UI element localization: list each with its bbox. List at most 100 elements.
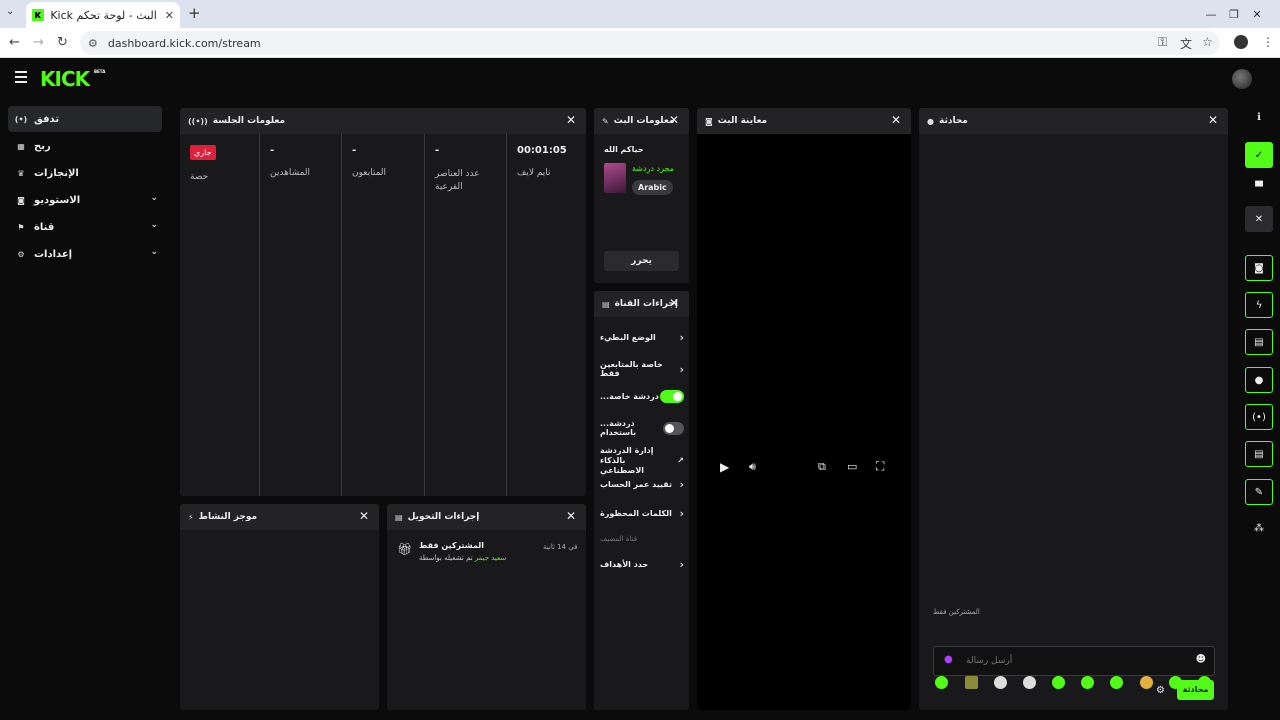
emote-icon[interactable]: [1081, 676, 1094, 689]
kick-logo[interactable]: KICK: [40, 67, 90, 91]
panel-header: ⚡ موجز النشاط ✕: [180, 504, 379, 530]
sidebar-item-stream[interactable]: (•) تدفق: [8, 106, 162, 132]
sidebar-item-channel[interactable]: ⚑ قناة ⌄: [8, 214, 162, 240]
private-chat-toggle[interactable]: [660, 390, 684, 403]
channel-actions-panel: ▤ إجراءات القناة ✕ الوضع البطيء › خاصة ب…: [594, 291, 689, 710]
bolt-toggle-icon[interactable]: ϟ: [1245, 292, 1273, 318]
panel-header: ◙ معاينة البث ✕: [697, 108, 911, 134]
action-label: ...دردشة خاصة: [600, 392, 659, 401]
volume-icon[interactable]: 🔊︎: [749, 460, 756, 474]
reload-icon[interactable]: ↻: [57, 35, 68, 50]
chevron-right-icon: ›: [679, 558, 684, 571]
broadcast-toggle-icon[interactable]: (•): [1245, 404, 1273, 430]
account-age-row[interactable]: تقييد عمر الحساب ›: [600, 478, 684, 491]
site-settings-icon[interactable]: ⚙: [88, 37, 98, 50]
close-icon[interactable]: ✕: [566, 113, 576, 127]
forward-icon[interactable]: →: [33, 35, 44, 50]
set-goals-row[interactable]: حدد الأهداف ›: [600, 558, 684, 571]
chat-settings-gear-icon[interactable]: ⚙: [1156, 685, 1165, 696]
emote-icon[interactable]: [1110, 676, 1123, 689]
category-name[interactable]: مجرد دردشة: [632, 164, 674, 173]
chat-using-toggle[interactable]: [663, 421, 684, 435]
sidebar-item-studio[interactable]: ◙ الاستوديو ⌄: [8, 187, 162, 213]
action-label: خاصة بالمتابعين فقط: [600, 360, 663, 378]
document-toggle-icon[interactable]: ▤: [1245, 329, 1273, 355]
chat-toggle-icon[interactable]: ●: [1245, 367, 1273, 393]
chat-bubble-icon: ●: [927, 116, 934, 126]
check-icon[interactable]: ✓: [1245, 142, 1273, 168]
broadcast-icon: ((•)): [188, 116, 208, 126]
sidebar-item-label: ربح: [34, 140, 51, 152]
emote-icon[interactable]: [935, 676, 948, 689]
chat-input[interactable]: ● أرسل رسالة ☻: [933, 646, 1215, 676]
close-icon[interactable]: ✕: [359, 509, 369, 523]
panel-title: إجراءات التحويل: [407, 512, 480, 522]
browser-profile-avatar[interactable]: [1234, 35, 1248, 49]
new-tab-button[interactable]: +: [188, 4, 201, 22]
layout-icon[interactable]: ▀: [1245, 174, 1273, 200]
hamburger-menu-icon[interactable]: [15, 71, 27, 83]
mod-item-user[interactable]: سعيد جيمر: [475, 554, 507, 562]
slow-mode-row[interactable]: الوضع البطيء ›: [600, 331, 684, 344]
emote-icon[interactable]: [994, 676, 1007, 689]
beta-label: BETA: [94, 69, 106, 74]
theater-icon[interactable]: ▭: [847, 460, 857, 473]
ai-moderation-row[interactable]: إدارة الدردشة بالذكاء الاصطناعي ↗: [600, 446, 684, 476]
stat-label: حصة: [190, 172, 209, 182]
translate-icon[interactable]: 文: [1180, 35, 1192, 52]
emote-icon[interactable]: [1140, 676, 1153, 689]
chat-panel: ● محادثة ✕ المشتركين فقط ● أرسل رسالة ☻ …: [919, 108, 1228, 710]
chevron-right-icon: ›: [679, 478, 684, 491]
kick-dashboard: KICK BETA (•) تدفق ▦ ربح ♛ الإنجازات ◙ ا…: [0, 58, 1280, 720]
emote-icon[interactable]: [1052, 676, 1065, 689]
url-field[interactable]: ⚙ dashboard.kick.com/stream: [80, 31, 1220, 55]
sidebar-item-achievements[interactable]: ♛ الإنجازات: [8, 160, 162, 186]
category-thumbnail: [604, 163, 626, 193]
preview-toggle-icon[interactable]: ◙: [1245, 255, 1273, 281]
sidebar-item-settings[interactable]: ⚙ إعدادات ⌄: [8, 241, 162, 267]
window-close-icon[interactable]: ✕: [1234, 0, 1280, 28]
stream-info-panel: ✎ معلومات البث ✕ حياكم الله مجرد دردشة A…: [594, 108, 689, 283]
bookmark-star-icon[interactable]: ☆: [1202, 35, 1213, 49]
emote-icon[interactable]: [1023, 676, 1036, 689]
chevron-down-icon: ⌄: [150, 247, 158, 257]
close-icon[interactable]: ✕: [669, 296, 679, 310]
followers-only-row[interactable]: خاصة بالمتابعين فقط ›: [600, 360, 684, 378]
back-icon[interactable]: ←: [9, 35, 20, 50]
panel-header: ✎ معلومات البث ✕: [594, 108, 689, 134]
panel-header: ● محادثة ✕: [919, 108, 1228, 134]
chevron-down-icon: ⌄: [150, 220, 158, 230]
channel-toggle-icon[interactable]: ▤: [1245, 441, 1273, 467]
microphone-icon[interactable]: ●: [944, 654, 953, 665]
chevron-right-icon: ›: [679, 331, 684, 344]
host-channel-row: قناة المضيف: [600, 535, 684, 543]
stat-value: -: [435, 145, 440, 156]
action-label: الوضع البطيء: [600, 333, 656, 342]
banned-words-row[interactable]: الكلمات المحظورة ›: [600, 507, 684, 520]
close-icon[interactable]: ✕: [669, 113, 679, 127]
close-icon[interactable]: ✕: [566, 509, 576, 523]
apps-icon[interactable]: ⁂: [1245, 515, 1273, 541]
info-icon[interactable]: ℹ: [1245, 104, 1273, 130]
fullscreen-icon[interactable]: ⛶: [876, 459, 884, 474]
browser-menu-icon[interactable]: ⋮: [1262, 35, 1274, 49]
stat-uptime: 00:01:05 تايم لايف: [507, 134, 586, 496]
play-icon[interactable]: ▶: [720, 460, 729, 474]
sidebar-item-label: الاستوديو: [34, 194, 81, 206]
edit-button[interactable]: يحرر: [604, 251, 679, 271]
close-layout-icon[interactable]: ✕: [1245, 206, 1273, 232]
emoji-icon[interactable]: ☻: [1196, 654, 1206, 665]
close-icon[interactable]: ✕: [1208, 113, 1218, 127]
gift-icon: 🎁︎: [397, 542, 413, 556]
tab-search-chevron-icon[interactable]: ⌄: [6, 6, 14, 17]
send-chat-button[interactable]: محادثة: [1177, 680, 1214, 700]
wrench-icon[interactable]: ✎: [1245, 479, 1273, 505]
sidebar-item-monetize[interactable]: ▦ ربح: [8, 133, 162, 159]
tab-close-icon[interactable]: ✕: [165, 9, 174, 22]
close-icon[interactable]: ✕: [891, 113, 901, 127]
emote-icon[interactable]: [965, 676, 978, 689]
browser-tab[interactable]: البث - لوحة تحكم Kick ✕: [26, 2, 180, 28]
user-avatar[interactable]: [1232, 69, 1252, 89]
password-key-icon[interactable]: ⚿: [1158, 35, 1167, 50]
pip-icon[interactable]: ⧉: [818, 460, 826, 474]
